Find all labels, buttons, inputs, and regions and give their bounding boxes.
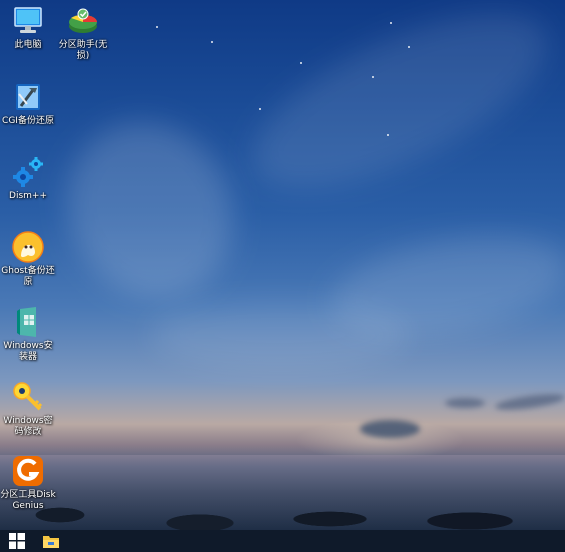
- windows-installer-icon: [17, 307, 36, 337]
- partition-assistant-icon: [69, 8, 97, 33]
- desktop-icon-label: Dism++: [9, 191, 47, 201]
- file-explorer-button[interactable]: [34, 530, 68, 552]
- start-button[interactable]: [0, 530, 34, 552]
- desktop-icon-label: Ghost备份还原: [1, 266, 55, 287]
- ghost-icon: [12, 231, 44, 263]
- desktop-icon-this-pc[interactable]: 此电脑: [0, 4, 56, 51]
- desktop-icon-password-reset[interactable]: Windows密码修改: [0, 380, 56, 438]
- desktop-icon-diskgenius[interactable]: 分区工具DiskGenius: [0, 454, 56, 512]
- desktop-icons: 此电脑 分区助手(无损) CGI备份还原 Dism++ Ghost备份还原 Wi…: [0, 0, 110, 530]
- file-explorer-icon: [43, 536, 59, 548]
- desktop-icon-ghost[interactable]: Ghost备份还原: [0, 230, 56, 288]
- desktop-icon-windows-installer[interactable]: Windows安装器: [0, 305, 56, 363]
- computer-icon: [14, 7, 42, 33]
- taskbar: [0, 530, 565, 552]
- desktop-icon-label: Windows密码修改: [3, 416, 53, 437]
- cgi-backup-icon: [16, 84, 40, 110]
- key-icon: [13, 382, 43, 411]
- desktop-icon-label: CGI备份还原: [2, 116, 54, 126]
- diskgenius-icon: [13, 456, 43, 486]
- desktop-icon-label: 此电脑: [14, 40, 42, 50]
- gears-icon: [13, 157, 43, 187]
- desktop-icon-label: 分区助手(无损): [58, 40, 108, 61]
- desktop-icon-partition-assistant[interactable]: 分区助手(无损): [55, 4, 111, 62]
- desktop-icon-label: 分区工具DiskGenius: [0, 490, 56, 511]
- windows-start-icon: [9, 533, 25, 549]
- desktop-icon-cgi-backup[interactable]: CGI备份还原: [0, 80, 56, 127]
- desktop-icon-dism[interactable]: Dism++: [0, 155, 56, 202]
- desktop-icon-label: Windows安装器: [3, 341, 53, 362]
